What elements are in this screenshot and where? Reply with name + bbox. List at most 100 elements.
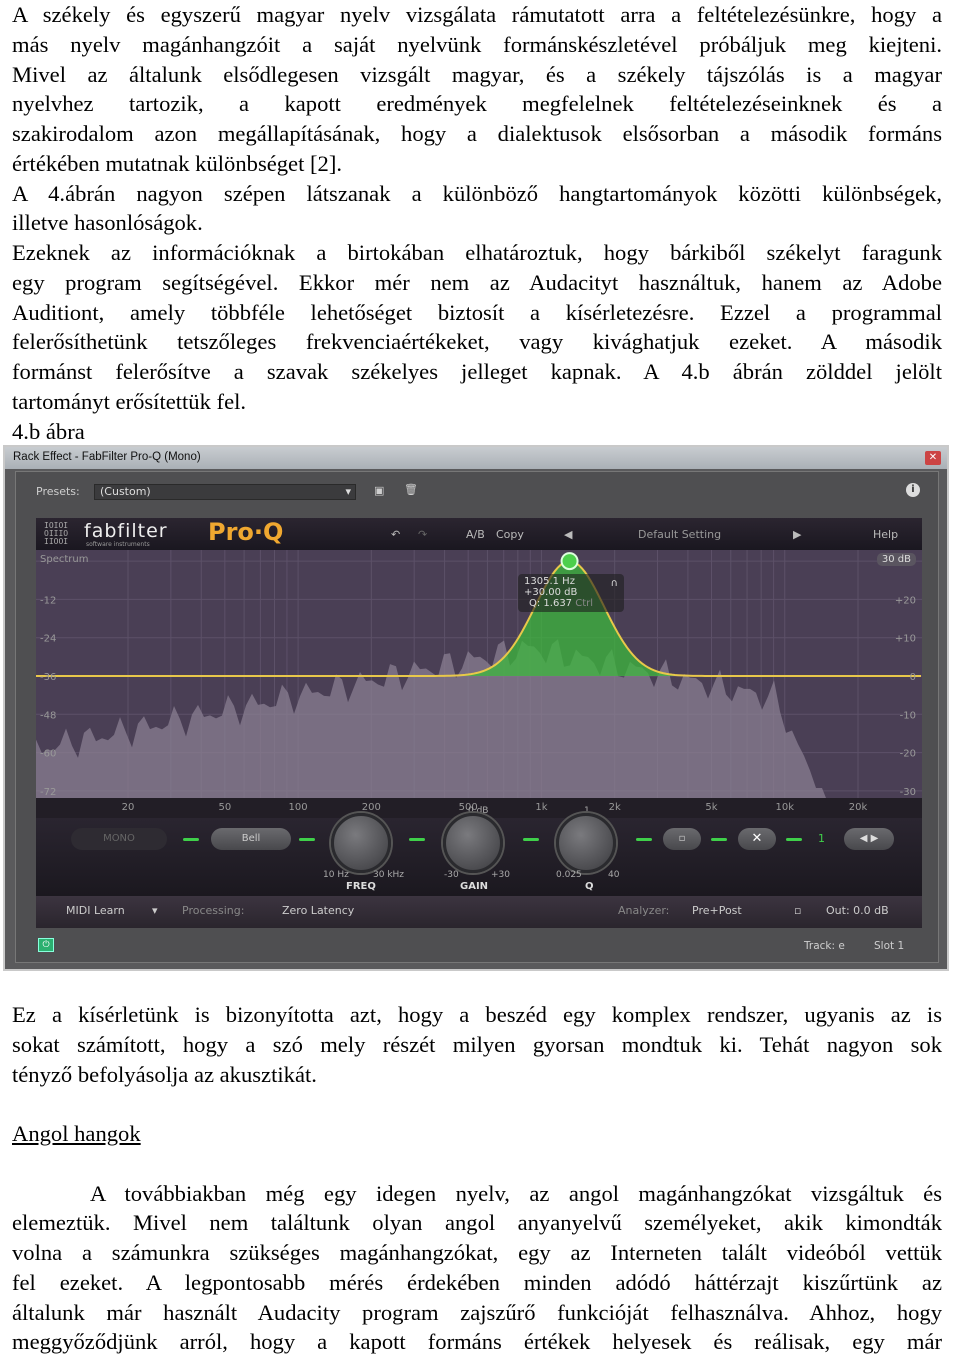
info-icon[interactable]: i <box>906 483 920 497</box>
left-scale-label: -72 <box>40 787 56 798</box>
freq-label: 200 <box>361 802 381 813</box>
text-line: A továbbiakban még egy idegen nyelv, az … <box>90 1180 942 1206</box>
chevron-down-icon[interactable]: ▾ <box>152 904 158 917</box>
redo-icon[interactable]: ↷ <box>418 528 427 541</box>
undo-icon[interactable]: ↶ <box>391 528 400 541</box>
link-dash <box>523 838 539 841</box>
text-line: felerősíthetünk tetszőleges frekvenciaér… <box>12 329 942 355</box>
right-scale-label: +20 <box>895 595 916 606</box>
logo-icon: IOIOI OIIIO IIOOI <box>44 521 69 546</box>
text-line: formánst felerősítve a szavak székelyes … <box>12 359 942 384</box>
text-line: meggyőződjünk arról, hogy a kapott formá… <box>12 1329 942 1355</box>
freq-label: 20 <box>121 802 135 813</box>
text-line: A 4.ábrán nagyon szépen látszanak a külö… <box>12 180 942 206</box>
text-line: nyelvhez tartozik, a kapott eredmények m… <box>12 91 942 117</box>
text-line: szakirodalom azon megállapításának, hogy… <box>12 121 942 146</box>
band-prev-next-arrows-icon[interactable]: ◀ ▶ <box>844 828 894 850</box>
band-number: 1 <box>818 832 825 845</box>
window-title: Rack Effect - FabFilter Pro-Q (Mono) <box>13 451 201 463</box>
band-bypass-button[interactable]: ▫ <box>663 828 701 850</box>
text-line: illetve hasonlóságok. <box>12 210 203 236</box>
window-titlebar: Rack Effect - FabFilter Pro-Q (Mono) ✕ <box>5 447 947 469</box>
processing-select[interactable]: Zero Latency <box>282 904 354 917</box>
paragraph-1: A székely és egyszerű magyar nyelv vizsg… <box>12 0 942 179</box>
chevron-down-icon: ▾ <box>345 485 351 498</box>
text-line: Auditiont, amely többféle lehetőséget bi… <box>12 299 942 325</box>
freq-label: 50 <box>218 802 232 813</box>
analyzer-select[interactable]: Pre+Post <box>692 904 742 917</box>
freq-label: 100 <box>288 802 308 813</box>
freq-label: 5k <box>705 802 718 813</box>
left-scale-label: -60 <box>40 749 56 760</box>
save-preset-icon[interactable]: ▣ <box>374 484 384 497</box>
left-scale-label: -12 <box>40 595 56 606</box>
freq-knob[interactable] <box>331 813 391 873</box>
headphones-icon[interactable]: ∩ <box>611 578 618 589</box>
spectrum-label: Spectrum <box>40 554 89 565</box>
pro-q-plugin: IOIOI OIIIO IIOOI fabfilter software instr… <box>36 518 922 928</box>
shape-button[interactable]: Bell <box>211 828 291 850</box>
link-dash <box>299 838 315 841</box>
text-line: más nyelv magánhangzóit a saját nyelvünk… <box>12 31 942 57</box>
freq-label: 1k <box>535 802 548 813</box>
product-logo: Pro·Q <box>208 518 284 546</box>
band-tooltip: 1305.1 Hz +30.00 dB Q: 1.637 Ctrl ∩ <box>518 574 624 612</box>
text-line: Mivel az általunk elsődlegesen vizsgált … <box>12 61 942 87</box>
link-dash <box>636 838 652 841</box>
preset-name[interactable]: Default Setting <box>638 528 721 541</box>
freq-label: 10k <box>775 802 794 813</box>
link-dash <box>711 838 727 841</box>
mono-button[interactable]: MONO <box>71 828 167 850</box>
freq-label: 20k <box>848 802 868 813</box>
midi-learn-button[interactable]: MIDI Learn <box>66 904 125 917</box>
link-dash <box>786 838 802 841</box>
track-label: Track: e <box>804 940 845 952</box>
text-line: elemeztük. Mivel nem találtunk olyan ang… <box>12 1210 942 1236</box>
right-scale-label: -30 <box>900 787 916 798</box>
spectrum-area <box>36 639 826 798</box>
text-line: fel ezeket. A legpontosabb mérés érdekéb… <box>12 1269 942 1295</box>
right-scale-label: -20 <box>900 749 916 760</box>
section-heading: Angol hangok <box>12 1121 141 1146</box>
help-button[interactable]: Help <box>873 528 898 541</box>
plugin-header: IOIOI OIIIO IIOOI fabfilter software instr… <box>36 518 922 550</box>
q-knob[interactable] <box>556 813 616 873</box>
figure-caption: 4.b ábra <box>12 418 85 444</box>
text-line: Ez a kísérletünk is bizonyította azt, ho… <box>12 1002 942 1027</box>
text-line: tényző befolyásolja az akusztikát. <box>12 1061 317 1087</box>
presets-label: Presets: <box>36 485 80 498</box>
output-level[interactable]: Out: 0.0 dB <box>826 904 889 917</box>
status-bar: MIDI Learn ▾ Processing: Zero Latency An… <box>36 896 922 928</box>
band-controls: MONO Bell 10 Hz 30 kHz FREQ 0 dB -30 +30… <box>36 806 922 896</box>
copy-button[interactable]: Copy <box>496 528 524 541</box>
link-dash <box>183 838 199 841</box>
link-dash <box>409 838 425 841</box>
band-handle[interactable] <box>560 552 579 571</box>
delete-band-icon[interactable]: ✕ <box>738 828 776 850</box>
left-scale-label: -36 <box>40 672 56 683</box>
presets-dropdown[interactable]: (Custom) ▾ <box>94 484 356 500</box>
next-preset-icon[interactable]: ▶ <box>793 528 801 541</box>
range-button[interactable]: 30 dB <box>876 553 916 566</box>
eq-graph[interactable]: -12 -24 -36 -48 -60 -72 +20 +10 0 -10 -20 -30 Spect… <box>36 550 922 798</box>
text-line: általunk már használt Audacity program z… <box>12 1299 942 1325</box>
trash-icon[interactable]: 🗑 <box>404 483 418 496</box>
text-line: A székely és egyszerű magyar nyelv vizsg… <box>12 2 942 27</box>
power-icon[interactable]: ⏻ <box>38 938 54 952</box>
text-line: tartományt erősítettük fel. <box>12 388 247 414</box>
text-line: volna a számunkra szükséges magánhangzók… <box>12 1240 942 1265</box>
slot-label: Slot 1 <box>874 940 905 952</box>
gain-knob[interactable] <box>443 813 503 873</box>
right-scale-label: 0 <box>910 672 916 683</box>
fabfilter-screenshot: Rack Effect - FabFilter Pro-Q (Mono) ✕ Pr… <box>3 445 949 971</box>
paragraph-3: Ezeknek az információknak a birtokában e… <box>12 238 942 417</box>
prev-preset-icon[interactable]: ◀ <box>564 528 572 541</box>
ab-button[interactable]: A/B <box>466 528 485 541</box>
close-icon[interactable]: ✕ <box>925 451 941 465</box>
left-scale-label: -48 <box>40 710 56 721</box>
output-icon[interactable]: ▫ <box>794 904 801 917</box>
right-scale-label: -10 <box>900 710 916 721</box>
freq-label: 2k <box>608 802 621 813</box>
paragraph-5: A továbbiakban még egy idegen nyelv, az … <box>12 1179 942 1357</box>
text-line: értékében mutatnak különbséget [2]. <box>12 150 343 176</box>
